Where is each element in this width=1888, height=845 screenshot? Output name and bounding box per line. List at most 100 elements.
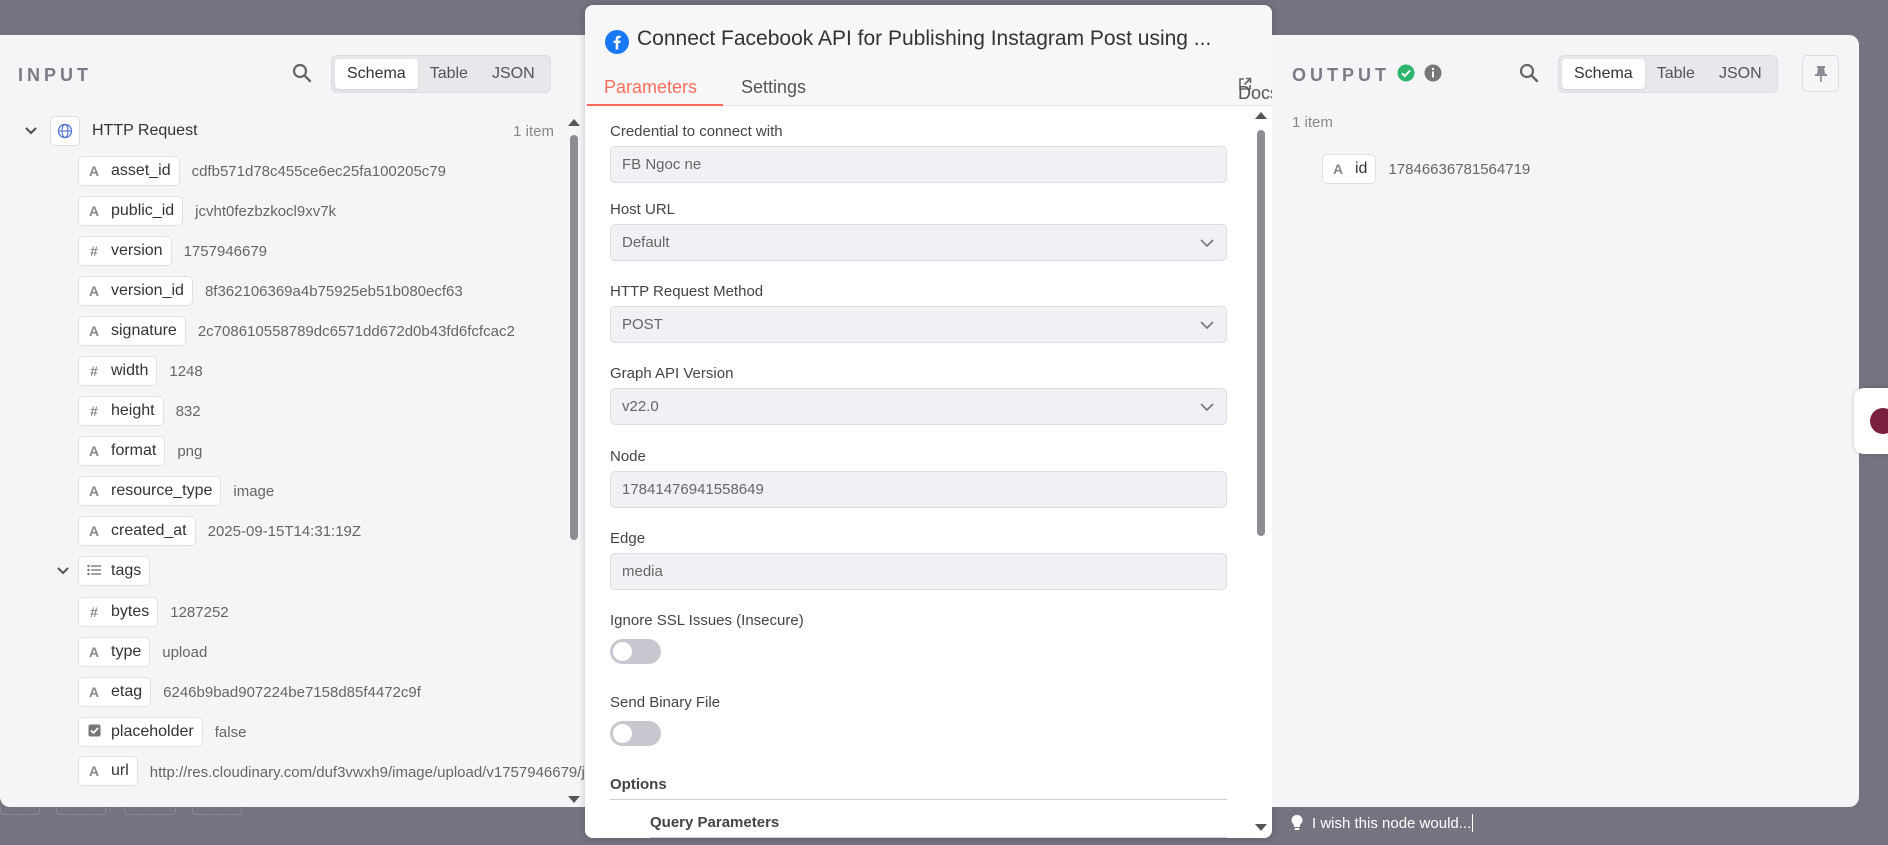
tab-json[interactable]: JSON <box>480 59 547 89</box>
string-type-icon: A <box>88 483 100 499</box>
ignore-ssl-toggle[interactable] <box>610 639 661 664</box>
node-header: Connect Facebook API for Publishing Inst… <box>585 5 1272 106</box>
tree-root-http-request[interactable]: HTTP Request 1 item <box>24 115 554 147</box>
chevron-down-icon[interactable] <box>24 124 38 138</box>
options-divider <box>610 799 1227 800</box>
info-icon[interactable] <box>1424 64 1442 87</box>
schema-field[interactable]: Aformat png <box>78 435 202 467</box>
field-value: 2025-09-15T14:31:19Z <box>207 522 362 540</box>
field-key: type <box>111 643 142 660</box>
lightbulb-icon <box>1291 815 1303 830</box>
input-scrollbar[interactable] <box>566 117 582 807</box>
tab-schema[interactable]: Schema <box>1562 59 1645 89</box>
number-type-icon: # <box>90 604 98 620</box>
field-key: asset_id <box>111 162 171 179</box>
field-value: 8f362106369a4b75925eb51b080ecf63 <box>204 282 463 300</box>
schema-field[interactable]: Aversion_id 8f362106369a4b75925eb51b080e… <box>78 275 463 307</box>
string-type-icon: A <box>88 644 100 660</box>
http-method-select[interactable]: POST <box>610 306 1227 343</box>
field-key: placeholder <box>111 723 194 740</box>
side-panel-handle[interactable] <box>1854 388 1888 454</box>
http-method-value: POST <box>622 316 663 333</box>
output-panel: OUTPUT Schema Table JSON 1 item Aid 1784… <box>1272 35 1859 807</box>
scroll-thumb[interactable] <box>1257 130 1265 536</box>
tab-table[interactable]: Table <box>1645 59 1707 89</box>
schema-field[interactable]: placeholder false <box>78 716 246 748</box>
search-icon[interactable] <box>292 63 312 88</box>
chevron-down-icon <box>1200 321 1214 330</box>
scroll-thumb[interactable] <box>570 135 578 540</box>
scroll-down-icon[interactable] <box>567 795 581 805</box>
field-key: created_at <box>111 522 187 539</box>
field-value: 6246b9bad907224be7158d85f4472c9f <box>163 683 421 701</box>
schema-field[interactable]: Asignature 2c708610558789dc6571dd672d0b4… <box>78 315 515 347</box>
field-key: tags <box>111 562 142 579</box>
tab-table[interactable]: Table <box>418 59 480 89</box>
send-binary-toggle[interactable] <box>610 721 661 746</box>
canvas-node-stub <box>124 807 176 815</box>
input-view-tabs: Schema Table JSON <box>331 55 551 93</box>
host-url-select[interactable]: Default <box>610 224 1227 261</box>
schema-field[interactable]: Aresource_type image <box>78 475 274 507</box>
field-value: jcvht0fezbzkocl9xv7k <box>195 202 337 220</box>
parameters-scrollbar[interactable] <box>1253 110 1269 832</box>
search-icon[interactable] <box>1519 63 1539 88</box>
tree-root-label: HTTP Request <box>92 122 198 139</box>
field-value: png <box>177 442 203 460</box>
field-value: false <box>214 723 247 741</box>
feedback-input[interactable]: I wish this node would... <box>1312 815 1471 832</box>
field-key: bytes <box>111 603 150 620</box>
pause-icon <box>1870 408 1888 434</box>
field-key: format <box>111 442 157 459</box>
checkbox-icon <box>85 724 103 740</box>
edge-label: Edge <box>610 530 646 547</box>
output-view-tabs: Schema Table JSON <box>1558 55 1778 93</box>
globe-icon <box>50 116 80 146</box>
schema-field-tags[interactable]: tags <box>56 555 151 587</box>
credential-select[interactable]: FB Ngoc ne <box>610 146 1227 183</box>
graph-api-version-select[interactable]: v22.0 <box>610 388 1227 425</box>
number-type-icon: # <box>90 403 98 419</box>
schema-field[interactable]: Acreated_at 2025-09-15T14:31:19Z <box>78 515 361 547</box>
node-title[interactable]: Connect Facebook API for Publishing Inst… <box>637 27 1211 51</box>
tab-json[interactable]: JSON <box>1707 59 1774 89</box>
node-input[interactable]: 17841476941558649 <box>610 471 1227 508</box>
schema-field[interactable]: Aasset_id cdfb571d78c455ce6ec25fa100205c… <box>78 155 446 187</box>
schema-field[interactable]: Aurl http://res.cloudinary.com/duf3vwxh9… <box>78 756 752 788</box>
string-type-icon: A <box>88 684 100 700</box>
schema-field[interactable]: Aetag 6246b9bad907224be7158d85f4472c9f <box>78 676 421 708</box>
pin-data-button[interactable] <box>1802 55 1839 92</box>
field-key: public_id <box>111 202 175 219</box>
tab-parameters[interactable]: Parameters <box>604 77 697 98</box>
tab-settings[interactable]: Settings <box>741 77 806 98</box>
schema-field[interactable]: Apublic_id jcvht0fezbzkocl9xv7k <box>78 195 336 227</box>
output-item-count: 1 item <box>1292 114 1333 131</box>
number-type-icon: # <box>90 243 98 259</box>
string-type-icon: A <box>1332 161 1344 177</box>
schema-field[interactable]: # height 832 <box>78 395 201 427</box>
field-value: 2c708610558789dc6571dd672d0b43fd6fcfcac2 <box>197 322 515 340</box>
chevron-down-icon <box>1200 403 1214 412</box>
chevron-down-icon[interactable] <box>56 564 70 578</box>
scroll-down-icon[interactable] <box>1254 823 1268 833</box>
docs-link[interactable]: Docs <box>1238 77 1272 103</box>
string-type-icon: A <box>88 163 100 179</box>
canvas-node-stub <box>192 807 242 815</box>
scroll-up-icon[interactable] <box>567 117 581 127</box>
schema-field[interactable]: # bytes 1287252 <box>78 596 229 628</box>
string-type-icon: A <box>88 523 100 539</box>
credential-label: Credential to connect with <box>610 123 783 140</box>
number-type-icon: # <box>90 363 98 379</box>
schema-field[interactable]: # version 1757946679 <box>78 235 267 267</box>
schema-field[interactable]: Aid 17846636781564719 <box>1322 153 1530 185</box>
chevron-down-icon <box>1200 239 1214 248</box>
host-url-value: Default <box>622 234 670 251</box>
edge-input[interactable]: media <box>610 553 1227 590</box>
field-key: version <box>111 242 163 259</box>
node-feedback[interactable]: I wish this node would... <box>1290 814 1474 832</box>
scroll-up-icon[interactable] <box>1254 110 1268 120</box>
schema-field[interactable]: Atype upload <box>78 636 207 668</box>
schema-field[interactable]: # width 1248 <box>78 355 203 387</box>
tab-schema[interactable]: Schema <box>335 59 418 89</box>
string-type-icon: A <box>88 283 100 299</box>
